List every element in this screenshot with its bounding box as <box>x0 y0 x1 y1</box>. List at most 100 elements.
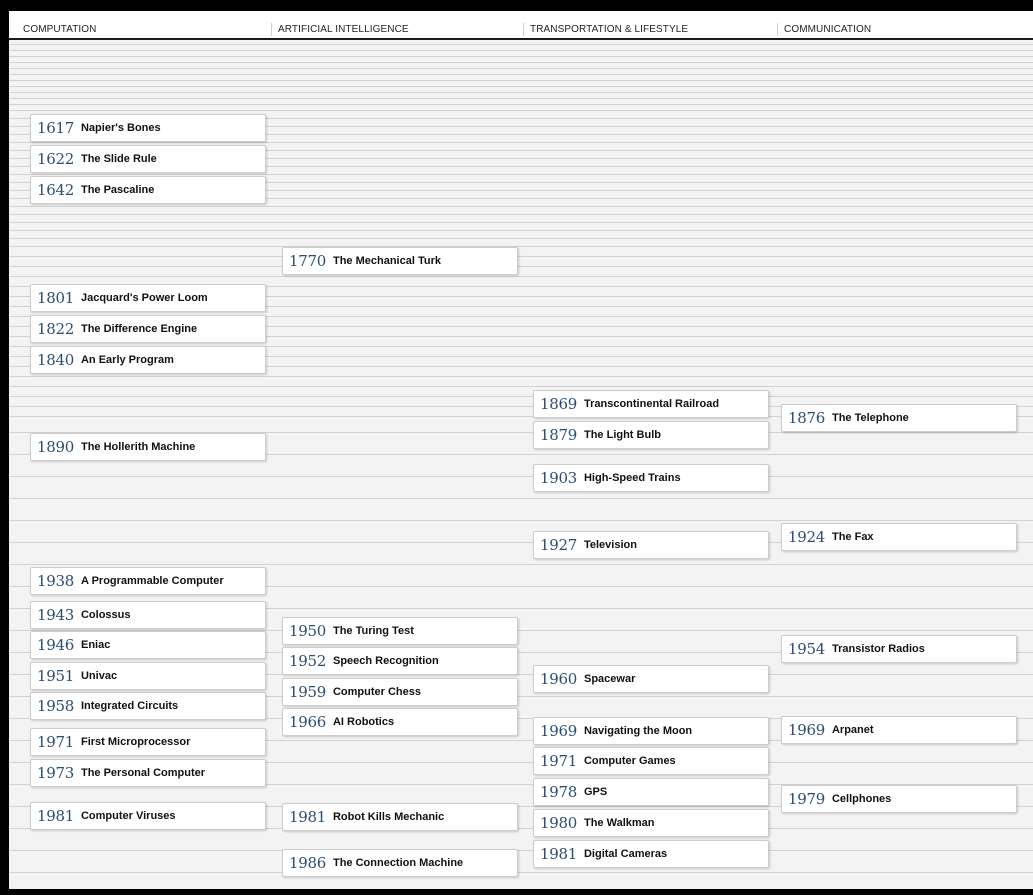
event-card[interactable]: 1642 The Pascaline <box>30 176 266 204</box>
event-year: 1971 <box>37 733 74 751</box>
timeline-frame: COMPUTATION ARTIFICIAL INTELLIGENCE TRAN… <box>9 11 1033 889</box>
event-card[interactable]: 1971 Computer Games <box>533 747 769 775</box>
event-year: 1981 <box>37 807 74 825</box>
event-year: 1622 <box>37 150 74 168</box>
event-card[interactable]: 1869 Transcontinental Railroad <box>533 390 769 418</box>
event-year: 1617 <box>37 119 74 137</box>
event-card[interactable]: 1952 Speech Recognition <box>282 647 518 675</box>
event-card[interactable]: 1903 High-Speed Trains <box>533 464 769 492</box>
event-card[interactable]: 1973 The Personal Computer <box>30 759 266 787</box>
event-year: 1986 <box>289 854 326 872</box>
event-year: 1770 <box>289 252 326 270</box>
event-card[interactable]: 1959 Computer Chess <box>282 678 518 706</box>
event-title: The Fax <box>831 531 874 543</box>
event-card[interactable]: 1876 The Telephone <box>781 404 1017 432</box>
event-title: First Microprocessor <box>80 736 191 748</box>
column-header-bar: COMPUTATION ARTIFICIAL INTELLIGENCE TRAN… <box>9 11 1033 40</box>
event-year: 1952 <box>289 652 326 670</box>
event-title: The Difference Engine <box>80 323 198 335</box>
event-year: 1979 <box>788 790 825 808</box>
event-card[interactable]: 1938 A Programmable Computer <box>30 567 266 595</box>
event-card[interactable]: 1980 The Walkman <box>533 809 769 837</box>
event-card[interactable]: 1960 Spacewar <box>533 665 769 693</box>
event-title: An Early Program <box>80 354 174 366</box>
event-title: Computer Viruses <box>80 810 176 822</box>
event-title: The Connection Machine <box>332 857 464 869</box>
event-title: AI Robotics <box>332 716 395 728</box>
event-title: The Walkman <box>583 817 655 829</box>
event-card[interactable]: 1946 Eniac <box>30 631 266 659</box>
event-year: 1978 <box>540 783 577 801</box>
event-title: Integrated Circuits <box>80 700 179 712</box>
event-title: Computer Chess <box>332 686 422 698</box>
event-year: 1959 <box>289 683 326 701</box>
event-title: Television <box>583 539 637 551</box>
column-header-artificial-intelligence[interactable]: ARTIFICIAL INTELLIGENCE <box>271 23 522 36</box>
column-header-communication[interactable]: COMMUNICATION <box>777 23 1024 36</box>
event-year: 1927 <box>540 536 577 554</box>
event-card[interactable]: 1924 The Fax <box>781 523 1017 551</box>
event-year: 1969 <box>788 721 825 739</box>
event-year: 1958 <box>37 697 74 715</box>
column-header-transportation-lifestyle[interactable]: TRANSPORTATION & LIFESTYLE <box>523 23 774 36</box>
event-title: The Hollerith Machine <box>80 441 196 453</box>
event-card[interactable]: 1979 Cellphones <box>781 785 1017 813</box>
event-year: 1960 <box>540 670 577 688</box>
event-year: 1801 <box>37 289 74 307</box>
timeline-events: 1617 Napier's Bones 1622 The Slide Rule 1642… <box>9 11 1033 889</box>
event-title: Transcontinental Railroad <box>583 398 720 410</box>
event-card[interactable]: 1981 Computer Viruses <box>30 802 266 830</box>
event-card[interactable]: 1954 Transistor Radios <box>781 635 1017 663</box>
event-year: 1840 <box>37 351 74 369</box>
event-year: 1903 <box>540 469 577 487</box>
event-year: 1969 <box>540 722 577 740</box>
event-card[interactable]: 1801 Jacquard's Power Loom <box>30 284 266 312</box>
event-card[interactable]: 1971 First Microprocessor <box>30 728 266 756</box>
column-header-computation[interactable]: COMPUTATION <box>9 23 279 36</box>
event-card[interactable]: 1617 Napier's Bones <box>30 114 266 142</box>
event-year: 1642 <box>37 181 74 199</box>
event-card[interactable]: 1969 Navigating the Moon <box>533 717 769 745</box>
event-title: A Programmable Computer <box>80 575 224 587</box>
event-title: Navigating the Moon <box>583 725 693 737</box>
event-card[interactable]: 1943 Colossus <box>30 601 266 629</box>
event-card[interactable]: 1770 The Mechanical Turk <box>282 247 518 275</box>
event-title: High-Speed Trains <box>583 472 681 484</box>
event-year: 1876 <box>788 409 825 427</box>
event-card[interactable]: 1622 The Slide Rule <box>30 145 266 173</box>
event-title: Digital Cameras <box>583 848 668 860</box>
event-card[interactable]: 1978 GPS <box>533 778 769 806</box>
event-year: 1981 <box>540 845 577 863</box>
event-title: Speech Recognition <box>332 655 439 667</box>
event-title: Eniac <box>80 639 111 651</box>
event-year: 1924 <box>788 528 825 546</box>
event-card[interactable]: 1966 AI Robotics <box>282 708 518 736</box>
event-title: The Telephone <box>831 412 909 424</box>
event-card[interactable]: 1822 The Difference Engine <box>30 315 266 343</box>
event-card[interactable]: 1950 The Turing Test <box>282 617 518 645</box>
event-card[interactable]: 1840 An Early Program <box>30 346 266 374</box>
event-title: The Turing Test <box>332 625 414 637</box>
event-year: 1890 <box>37 438 74 456</box>
event-year: 1938 <box>37 572 74 590</box>
event-title: Computer Games <box>583 755 676 767</box>
event-card[interactable]: 1981 Digital Cameras <box>533 840 769 868</box>
event-card[interactable]: 1986 The Connection Machine <box>282 849 518 877</box>
event-year: 1879 <box>540 426 577 444</box>
event-title: Transistor Radios <box>831 643 925 655</box>
event-year: 1869 <box>540 395 577 413</box>
event-year: 1951 <box>37 667 74 685</box>
event-year: 1946 <box>37 636 74 654</box>
event-year: 1954 <box>788 640 825 658</box>
event-title: The Mechanical Turk <box>332 255 441 267</box>
event-title: The Light Bulb <box>583 429 661 441</box>
event-card[interactable]: 1958 Integrated Circuits <box>30 692 266 720</box>
event-title: The Pascaline <box>80 184 155 196</box>
event-card[interactable]: 1890 The Hollerith Machine <box>30 433 266 461</box>
event-card[interactable]: 1927 Television <box>533 531 769 559</box>
event-title: The Personal Computer <box>80 767 206 779</box>
event-card[interactable]: 1879 The Light Bulb <box>533 421 769 449</box>
event-card[interactable]: 1981 Robot Kills Mechanic <box>282 803 518 831</box>
event-card[interactable]: 1969 Arpanet <box>781 716 1017 744</box>
event-card[interactable]: 1951 Univac <box>30 662 266 690</box>
